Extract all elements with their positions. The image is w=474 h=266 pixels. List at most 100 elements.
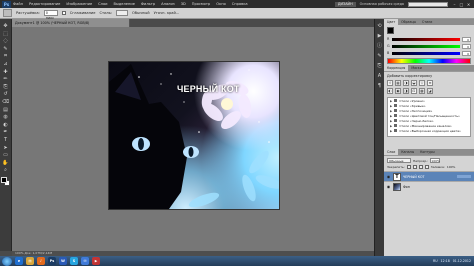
adjustment-type-icon[interactable]: ☼ [387, 80, 393, 86]
menu-window[interactable]: Окно [216, 2, 226, 6]
menu-select[interactable]: Выделение [114, 2, 135, 6]
taskbar-app-icon[interactable]: Ps [48, 257, 56, 265]
adjustment-preset-item[interactable]: ▶ Стили «Выборочная коррекция цвета» [388, 128, 470, 133]
marquee-tool-icon[interactable]: ⬚ [2, 31, 10, 37]
tab-layers[interactable]: Слои [384, 149, 399, 155]
expand-triangle-icon[interactable]: ▶ [390, 124, 392, 128]
channel-slider[interactable] [392, 37, 460, 41]
taskbar-app-icon[interactable]: ▤ [26, 257, 34, 265]
taskbar-app-icon[interactable]: ✉ [81, 257, 89, 265]
path-select-tool-icon[interactable]: ➤ [2, 145, 10, 151]
healing-tool-icon[interactable]: ✚ [2, 69, 10, 75]
taskbar-app-icon[interactable]: W [59, 257, 67, 265]
expand-triangle-icon[interactable]: ▶ [390, 104, 392, 108]
quick-select-tool-icon[interactable]: ✎ [2, 46, 10, 52]
brush-tool-icon[interactable]: ✏ [2, 76, 10, 82]
eyedropper-tool-icon[interactable]: ⊿ [2, 61, 10, 67]
tab-adjustments[interactable]: Коррекция [384, 65, 409, 71]
shape-tool-icon[interactable]: ▭ [2, 152, 10, 158]
channel-slider[interactable] [392, 51, 460, 55]
clock-date[interactable]: 01.12.2012 [453, 259, 471, 263]
adjustment-type-icon[interactable]: ≡ [427, 80, 433, 86]
canvas-area[interactable]: ЧЕРНЫЙ КОТ [12, 27, 374, 251]
color-swatches[interactable] [1, 176, 10, 186]
tool-preset-picker[interactable] [3, 9, 12, 17]
fill-value[interactable]: 100% [447, 165, 456, 169]
refine-edge-button[interactable]: Уточн. край... [154, 11, 180, 15]
blur-tool-icon[interactable]: ◍ [2, 114, 10, 120]
channel-slider[interactable] [392, 44, 460, 48]
adjustment-type-icon[interactable]: ▽ [419, 80, 425, 86]
layer-row[interactable]: ◉ Фон [384, 181, 474, 191]
artwork-image[interactable]: ЧЕРНЫЙ КОТ [109, 62, 279, 209]
cs-live-search-input[interactable] [408, 1, 448, 7]
zoom-tool-icon[interactable]: ⌕ [2, 167, 10, 173]
move-tool-icon[interactable]: ✥ [2, 23, 10, 29]
adjustment-type-icon[interactable]: ◨ [403, 88, 409, 94]
taskbar-app-icon[interactable]: ♪ [37, 257, 45, 265]
adjustment-type-icon[interactable]: ◪ [427, 88, 433, 94]
actions-icon[interactable]: ▶ [376, 33, 383, 40]
clone-tool-icon[interactable]: ⎘ [2, 84, 10, 90]
blend-mode-dropdown[interactable]: Обычные [387, 158, 411, 163]
menu-edit[interactable]: Редактирование [29, 2, 60, 6]
adjustment-type-icon[interactable]: ▩ [419, 88, 425, 94]
expand-triangle-icon[interactable]: ▶ [390, 119, 392, 123]
start-button[interactable] [2, 256, 12, 266]
visibility-eye-icon[interactable]: ◉ [386, 174, 391, 179]
expand-triangle-icon[interactable]: ▶ [390, 99, 392, 103]
lock-transparency-toggle[interactable] [406, 165, 411, 169]
menu-analysis[interactable]: Анализ [161, 2, 175, 6]
menu-filter[interactable]: Фильтр [141, 2, 155, 6]
expand-triangle-icon[interactable]: ▶ [390, 109, 392, 113]
color-spectrum-bar[interactable] [387, 58, 471, 64]
clone-source-icon[interactable]: ⎘ [376, 63, 383, 70]
hand-tool-icon[interactable]: ✋ [2, 160, 10, 166]
clock-time[interactable]: 12:18 [441, 259, 450, 263]
document-tab[interactable]: Документ1 @ 100% (ЧЕРНЫЙ КОТ, RGB/8) [12, 19, 130, 27]
crop-tool-icon[interactable]: ⌗ [2, 53, 10, 59]
workspace-design-button[interactable]: ДИЗАЙН [334, 1, 356, 7]
adjustment-type-icon[interactable]: ⊡ [411, 88, 417, 94]
layer-row[interactable]: ◉ T ЧЕРНЫЙ КОТ [384, 171, 474, 181]
channel-value-input[interactable]: 0 [462, 50, 471, 56]
tab-color[interactable]: Цвет [384, 19, 399, 25]
adjustment-type-icon[interactable]: ◒ [411, 80, 417, 86]
history-icon[interactable]: ⟲ [376, 23, 383, 30]
adjustment-type-icon[interactable]: ▦ [395, 80, 401, 86]
tab-masks[interactable]: Маски [408, 65, 424, 71]
paragraph-icon[interactable]: ¶ [376, 83, 383, 90]
lock-pixels-toggle[interactable] [412, 165, 417, 169]
dodge-tool-icon[interactable]: ◐ [2, 122, 10, 128]
taskbar-app-icon[interactable]: S [70, 257, 78, 265]
workspace-essentials-label[interactable]: Основная рабочая среда [360, 2, 404, 6]
lock-position-toggle[interactable] [418, 165, 423, 169]
menu-view[interactable]: Просмотр [192, 2, 210, 6]
info-icon[interactable]: ⓘ [376, 43, 383, 50]
taskbar-app-icon[interactable]: e [15, 257, 23, 265]
type-tool-icon[interactable]: T [2, 137, 10, 143]
gradient-tool-icon[interactable]: ▤ [2, 107, 10, 113]
close-icon[interactable]: ✕ [466, 2, 471, 7]
brush-panel-icon[interactable]: ✎ [376, 53, 383, 60]
menu-help[interactable]: Справка [232, 2, 248, 6]
adjustment-preset-item[interactable]: ▶ Стили «Цветовой тон/Насыщенность» [388, 113, 470, 118]
adjustment-type-icon[interactable]: ▣ [395, 88, 401, 94]
channel-value-input[interactable]: 0 [462, 36, 471, 42]
language-indicator[interactable]: RU [433, 259, 438, 263]
maximize-icon[interactable]: □ [459, 2, 464, 7]
zoom-level[interactable]: 100% [15, 251, 24, 255]
opacity-input[interactable]: 100% [430, 158, 441, 163]
channel-value-input[interactable]: 0 [462, 43, 471, 49]
tab-channels[interactable]: Каналы [398, 149, 417, 155]
lasso-tool-icon[interactable]: ◌ [2, 38, 10, 44]
antialias-checkbox[interactable] [61, 11, 66, 15]
minimize-icon[interactable]: – [452, 2, 457, 7]
pen-tool-icon[interactable]: ✒ [2, 129, 10, 135]
foreground-color-swatch[interactable] [1, 176, 7, 183]
adjustment-type-icon[interactable]: ◐ [387, 88, 393, 94]
adjustment-type-icon[interactable]: ◑ [403, 80, 409, 86]
tab-paths[interactable]: Контуры [417, 149, 438, 155]
tab-swatches[interactable]: Образцы [398, 19, 419, 25]
menu-file[interactable]: Файл [13, 2, 23, 6]
